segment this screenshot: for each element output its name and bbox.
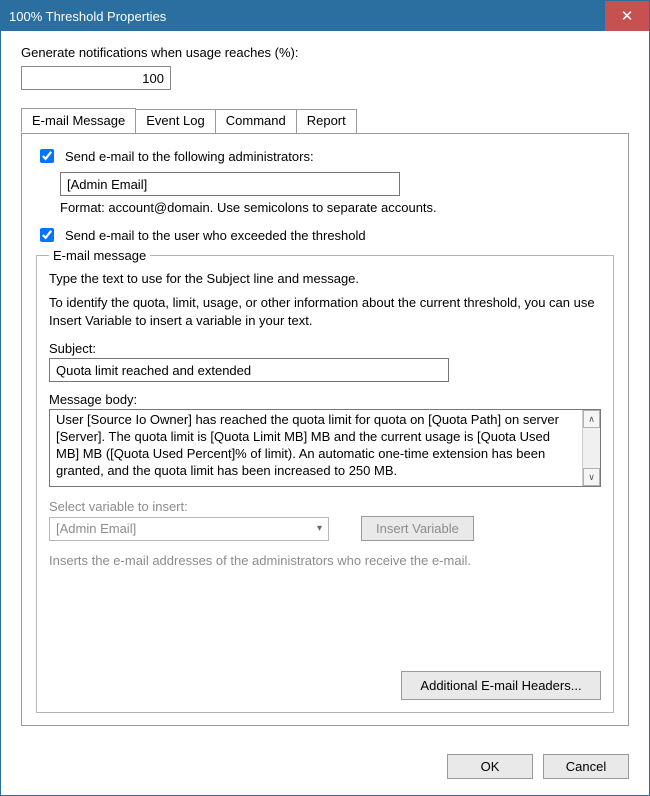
additional-headers-button[interactable]: Additional E-mail Headers... (401, 671, 601, 700)
spacer (49, 568, 601, 663)
generate-label: Generate notifications when usage reache… (21, 45, 629, 60)
variable-row: [Admin Email] ▾ Insert Variable (49, 516, 601, 541)
tabstrip: E-mail Message Event Log Command Report (21, 108, 629, 133)
tab-panel-email: Send e-mail to the following administrat… (21, 133, 629, 726)
tab-event-log[interactable]: Event Log (135, 109, 216, 134)
dropdown-icon: ▾ (317, 523, 322, 534)
message-body-textarea[interactable] (50, 410, 582, 486)
cancel-button[interactable]: Cancel (543, 754, 629, 779)
message-body-wrap: ∧ ∨ (49, 409, 601, 487)
send-admins-checkbox[interactable] (40, 149, 54, 163)
email-message-fieldset: E-mail message Type the text to use for … (36, 255, 614, 713)
variable-select-value: [Admin Email] (56, 521, 136, 536)
admins-input[interactable] (60, 172, 400, 196)
body-label: Message body: (49, 392, 601, 407)
admins-indent: Format: account@domain. Use semicolons t… (60, 172, 614, 225)
chevron-up-icon: ∧ (588, 414, 595, 425)
threshold-input[interactable] (21, 66, 171, 90)
instruction-2: To identify the quota, limit, usage, or … (49, 294, 601, 329)
titlebar[interactable]: 100% Threshold Properties ✕ (1, 1, 649, 31)
format-hint: Format: account@domain. Use semicolons t… (60, 200, 614, 215)
additional-headers-row: Additional E-mail Headers... (49, 671, 601, 700)
send-admins-label: Send e-mail to the following administrat… (65, 149, 314, 164)
scroll-track[interactable] (583, 428, 600, 468)
subject-input[interactable] (49, 358, 449, 382)
dialog-footer: OK Cancel (1, 740, 649, 795)
send-user-label: Send e-mail to the user who exceeded the… (65, 228, 366, 243)
instruction-1: Type the text to use for the Subject lin… (49, 271, 601, 286)
subject-label: Subject: (49, 341, 601, 356)
tab-email-message[interactable]: E-mail Message (21, 108, 136, 133)
variable-select-label: Select variable to insert: (49, 499, 601, 514)
variable-help-text: Inserts the e-mail addresses of the admi… (49, 553, 601, 568)
tab-report[interactable]: Report (296, 109, 357, 134)
dialog-body: Generate notifications when usage reache… (1, 31, 649, 740)
fieldset-legend: E-mail message (49, 248, 150, 263)
close-icon: ✕ (621, 7, 634, 25)
dialog-window: 100% Threshold Properties ✕ Generate not… (0, 0, 650, 796)
tabs-container: E-mail Message Event Log Command Report … (21, 108, 629, 726)
ok-button[interactable]: OK (447, 754, 533, 779)
scroll-down-button[interactable]: ∨ (583, 468, 600, 486)
window-title: 100% Threshold Properties (9, 9, 166, 24)
message-body-scrollbar[interactable]: ∧ ∨ (582, 410, 600, 486)
send-user-row: Send e-mail to the user who exceeded the… (36, 225, 614, 245)
close-button[interactable]: ✕ (605, 1, 649, 31)
tab-command[interactable]: Command (215, 109, 297, 134)
variable-select[interactable]: [Admin Email] ▾ (49, 517, 329, 541)
send-user-checkbox[interactable] (40, 228, 54, 242)
send-admins-row: Send e-mail to the following administrat… (36, 146, 614, 166)
scroll-up-button[interactable]: ∧ (583, 410, 600, 428)
insert-variable-button[interactable]: Insert Variable (361, 516, 474, 541)
chevron-down-icon: ∨ (588, 472, 595, 483)
